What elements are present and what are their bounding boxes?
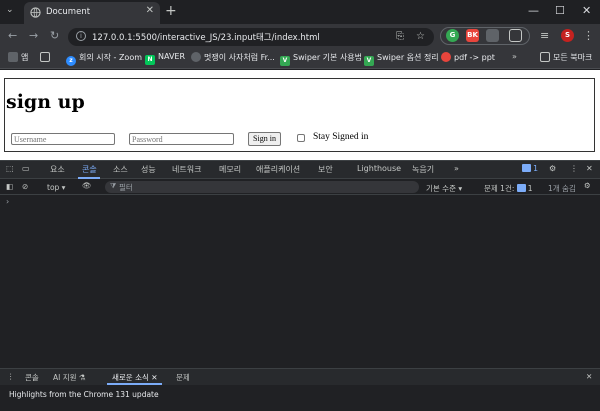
page-title: sign up — [6, 91, 85, 113]
bk-extension-icon[interactable]: BK — [466, 29, 479, 42]
folder-icon — [540, 52, 550, 62]
tab-application[interactable]: 애플리케이션 — [256, 164, 300, 175]
device-toggle-icon[interactable]: ▭ — [22, 164, 30, 173]
console-output[interactable] — [0, 195, 600, 367]
tab-network[interactable]: 네트워크 — [172, 164, 201, 175]
zoom-icon: z — [66, 56, 76, 66]
close-tab-icon[interactable]: ✕ — [146, 5, 154, 16]
address-bar[interactable]: i 127.0.0.1:5500/interactive_JS/23.input… — [68, 28, 434, 46]
swiper-icon: V — [364, 56, 374, 66]
more-bookmarks-icon[interactable]: » — [512, 52, 517, 61]
stay-signed-checkbox[interactable] — [297, 134, 305, 142]
hidden-count: 1개 숨김 — [548, 184, 576, 193]
translate-icon[interactable]: ⎘ — [396, 31, 404, 42]
stay-signed-label: Stay Signed in — [313, 132, 369, 142]
drawer-tab-issues[interactable]: 문제 — [176, 372, 190, 383]
devtools-more-icon[interactable]: ⋮ — [570, 164, 578, 173]
bookmark-apps[interactable]: 앱 — [8, 52, 28, 63]
more-menu-icon[interactable]: ⋮ — [583, 29, 594, 42]
image-extension-icon[interactable] — [486, 29, 499, 42]
drawer-tab-console[interactable]: 콘솔 — [25, 372, 39, 383]
bookmark-swiper-options[interactable]: V Swiper 옵션 정리 — [364, 52, 439, 66]
settings-gear-icon[interactable]: ⚙ — [549, 164, 556, 173]
tab-search-icon[interactable]: ⌄ — [6, 5, 14, 15]
tab-memory[interactable]: 메모리 — [219, 164, 241, 175]
bookmark-grid-icon[interactable] — [40, 52, 53, 62]
more-tabs-icon[interactable]: » — [454, 164, 459, 173]
profile-avatar[interactable]: S — [561, 29, 574, 42]
pdf-icon — [441, 52, 451, 62]
site-info-icon[interactable]: i — [76, 31, 86, 41]
sidebar-toggle-icon[interactable]: ◧ — [6, 182, 13, 191]
tab-security[interactable]: 보안 — [318, 164, 333, 175]
flask-icon: ⚗ — [78, 373, 86, 382]
issues-link[interactable]: 문제 1건: 1 — [484, 183, 533, 194]
password-input[interactable] — [129, 133, 234, 145]
tab-recorder[interactable]: 녹음기 — [412, 164, 434, 175]
bookmark-likelion[interactable]: 멋쟁이 사자처럼 Fr... — [191, 52, 275, 63]
maximize-icon[interactable]: ☐ — [555, 4, 565, 17]
log-level-dropdown[interactable]: 기본 수준 ▾ — [426, 183, 462, 194]
bookmark-all[interactable]: 모든 북마크 — [540, 52, 592, 63]
live-expression-eye-icon[interactable]: 👁 — [82, 181, 92, 190]
reading-list-icon[interactable]: ≡ — [540, 29, 549, 42]
close-tab-icon[interactable]: ✕ — [151, 373, 157, 382]
tab-lighthouse[interactable]: Lighthouse — [357, 164, 401, 173]
bookmark-star-icon[interactable]: ☆ — [416, 31, 425, 42]
minimize-icon[interactable]: — — [528, 4, 539, 17]
tab-performance[interactable]: 성능 — [141, 164, 156, 175]
grid-icon — [40, 52, 50, 62]
whats-new-headline: Highlights from the Chrome 131 update — [9, 390, 159, 399]
tab-sources[interactable]: 소스 — [113, 164, 128, 175]
tab-title: Document — [46, 7, 91, 17]
browser-tab[interactable]: Document ✕ — [24, 2, 160, 24]
bookmark-zoom[interactable]: z 회의 시작 - Zoom — [66, 52, 142, 66]
username-input[interactable] — [11, 133, 115, 145]
tab-elements[interactable]: 요소 — [50, 164, 65, 175]
drawer-menu-icon[interactable]: ⋮ — [7, 372, 15, 381]
drawer-tab-whats-new[interactable]: 새로운 소식 ✕ — [112, 372, 158, 383]
grammarly-extension-icon[interactable]: G — [446, 29, 459, 42]
globe-icon — [191, 52, 201, 62]
bookmark-swiper-basic[interactable]: V Swiper 기본 사용법 — [280, 52, 362, 66]
message-icon — [516, 184, 526, 192]
apps-grid-icon — [8, 52, 18, 62]
bookmark-naver[interactable]: N NAVER — [145, 52, 185, 65]
new-tab-button[interactable]: + — [165, 3, 177, 19]
close-window-icon[interactable]: ✕ — [582, 4, 591, 17]
url-text: 127.0.0.1:5500/interactive_JS/23.input태그… — [92, 33, 320, 43]
drawer-tab-bar — [0, 368, 600, 385]
context-selector[interactable]: top ▾ — [47, 183, 65, 192]
reload-icon[interactable]: ↻ — [50, 29, 59, 42]
forward-icon[interactable]: → — [29, 29, 38, 42]
swiper-icon: V — [280, 56, 290, 66]
filter-icon: ⧩ — [110, 182, 117, 190]
console-prompt-icon: › — [6, 197, 10, 206]
drawer-tab-ai[interactable]: AI 지원 ⚗ — [53, 372, 86, 383]
devtools-close-icon[interactable]: ✕ — [586, 164, 593, 173]
message-icon — [522, 164, 531, 172]
console-settings-icon[interactable]: ⚙ — [584, 181, 591, 190]
naver-icon: N — [145, 55, 155, 65]
drawer-close-icon[interactable]: ✕ — [586, 372, 592, 381]
bookmark-pdf-ppt[interactable]: pdf -> ppt — [441, 52, 495, 62]
extensions-puzzle-icon[interactable] — [509, 29, 522, 42]
signin-button[interactable]: Sign in — [248, 132, 281, 146]
inspect-element-icon[interactable]: ⬚ — [6, 164, 14, 173]
clear-console-icon[interactable]: ⊘ — [22, 182, 28, 191]
back-icon[interactable]: ← — [8, 29, 17, 42]
issues-counter[interactable]: 1 — [522, 164, 538, 173]
tab-console[interactable]: 콘솔 — [82, 164, 97, 175]
globe-icon — [30, 7, 41, 18]
console-filter-input[interactable]: ⧩ 필터 — [105, 181, 419, 193]
